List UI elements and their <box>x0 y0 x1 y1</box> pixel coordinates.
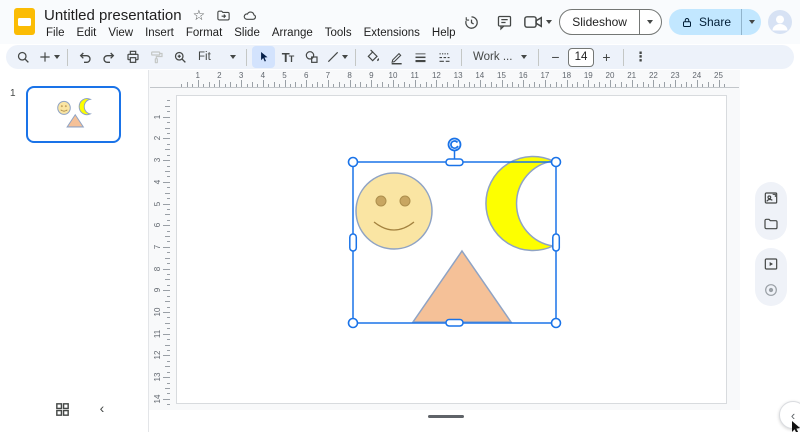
chevron-down-icon <box>230 55 236 59</box>
resize-handle-sw[interactable] <box>347 317 359 329</box>
templates-icon[interactable] <box>762 189 780 207</box>
font-size-input[interactable]: 14 <box>568 47 594 67</box>
menu-item[interactable]: Slide <box>228 25 266 41</box>
border-dash-tool[interactable] <box>433 46 456 68</box>
triangle-shape[interactable] <box>411 249 513 323</box>
cloud-status-icon[interactable] <box>242 8 258 23</box>
menu-item[interactable]: Tools <box>319 25 358 41</box>
record-icon[interactable] <box>762 281 780 299</box>
resize-handle-s[interactable] <box>445 318 464 327</box>
chevron-down-icon <box>521 55 527 59</box>
menu-item[interactable]: Help <box>426 25 462 41</box>
slide-thumbnail[interactable] <box>26 86 121 143</box>
smiley-eye-left <box>375 195 387 207</box>
slide-number: 1 <box>10 88 16 99</box>
menu-item[interactable]: File <box>40 25 71 41</box>
zoom-select-dropdown[interactable]: Fit <box>193 46 241 68</box>
paint-format-icon[interactable] <box>145 46 168 68</box>
star-icon[interactable]: ☆ <box>193 8 206 22</box>
more-options-icon[interactable]: ⋮ <box>629 46 652 68</box>
mouse-cursor <box>791 421 800 432</box>
h-ruler[interactable]: 1 2 3 4 5 6 7 8 9 10 11 12 13 14 15 16 17 18 19 20 21 22 23 24 2… <box>176 70 732 88</box>
slideshow-dropdown[interactable] <box>638 10 661 34</box>
menu-item[interactable]: Extensions <box>358 25 426 41</box>
zoom-icon[interactable] <box>169 46 192 68</box>
v-ruler[interactable]: 1 2 3 4 5 6 7 8 9 10 11 12 13 14 <box>152 95 171 407</box>
resize-handle-n[interactable] <box>445 158 464 167</box>
filmstrip-collapse-icon[interactable]: ‹ <box>94 400 110 416</box>
meet-call-button[interactable] <box>524 15 553 29</box>
horizontal-scrollbar[interactable] <box>428 415 464 418</box>
account-avatar[interactable] <box>768 10 792 34</box>
lock-icon <box>669 16 693 29</box>
shapes-tool[interactable] <box>300 46 323 68</box>
text-box-tool[interactable]: TT <box>276 46 299 68</box>
share-dropdown[interactable] <box>741 9 761 35</box>
menubar: File Edit View Insert Format Slide Arrange Tool… <box>40 25 462 41</box>
resize-handle-ne[interactable] <box>550 156 562 168</box>
menu-item[interactable]: Arrange <box>266 25 319 41</box>
comments-icon[interactable] <box>491 9 517 35</box>
resize-handle-se[interactable] <box>550 317 562 329</box>
smiley-eye-right <box>399 195 411 207</box>
app-header: Untitled presentation ☆ File Edit View Inse… <box>0 0 800 44</box>
select-tool[interactable] <box>252 46 275 68</box>
border-weight-tool[interactable] <box>409 46 432 68</box>
smiley-face-shape[interactable] <box>355 172 433 250</box>
app-window: Untitled presentation ☆ File Edit View Inse… <box>0 0 800 432</box>
grid-view-icon[interactable] <box>54 401 72 419</box>
decrease-font-size-button[interactable]: − <box>544 46 567 68</box>
line-tool[interactable] <box>324 46 350 68</box>
slide-canvas-svg <box>347 137 562 329</box>
undo-button[interactable] <box>73 46 96 68</box>
fill-color-tool[interactable] <box>361 46 384 68</box>
print-button[interactable] <box>121 46 144 68</box>
document-title[interactable]: Untitled presentation <box>44 7 182 24</box>
resize-handle-nw[interactable] <box>347 156 359 168</box>
chevron-down-icon <box>546 20 553 24</box>
share-button[interactable]: Share <box>668 9 761 35</box>
menu-item[interactable]: View <box>102 25 139 41</box>
menu-item[interactable]: Insert <box>139 25 180 41</box>
search-menus-icon[interactable] <box>12 46 35 68</box>
slide-canvas[interactable] <box>176 95 727 404</box>
menu-item[interactable]: Edit <box>71 25 103 41</box>
border-color-tool[interactable] <box>385 46 408 68</box>
increase-font-size-button[interactable]: + <box>595 46 618 68</box>
chevron-down-icon <box>342 55 348 59</box>
moon-shape[interactable] <box>485 155 556 252</box>
slideshow-button[interactable]: Slideshow <box>559 9 662 35</box>
slides-logo[interactable] <box>14 8 35 35</box>
version-history-icon[interactable] <box>458 9 484 35</box>
slideshow-panel-icon[interactable] <box>762 255 780 273</box>
resize-handle-w[interactable] <box>349 233 358 252</box>
folder-icon[interactable] <box>762 215 780 233</box>
resize-handle-e[interactable] <box>552 233 561 252</box>
menu-item[interactable]: Format <box>180 25 228 41</box>
font-family-dropdown[interactable]: Work ... <box>467 46 533 68</box>
side-rail-top <box>755 182 787 240</box>
side-rail-bottom <box>755 248 787 306</box>
new-slide-button[interactable] <box>36 46 62 68</box>
chevron-down-icon <box>54 55 60 59</box>
move-folder-icon[interactable] <box>216 8 231 23</box>
redo-button[interactable] <box>97 46 120 68</box>
main-toolbar: Fit TT Work ... − 14 + ⋮ <box>6 45 794 69</box>
